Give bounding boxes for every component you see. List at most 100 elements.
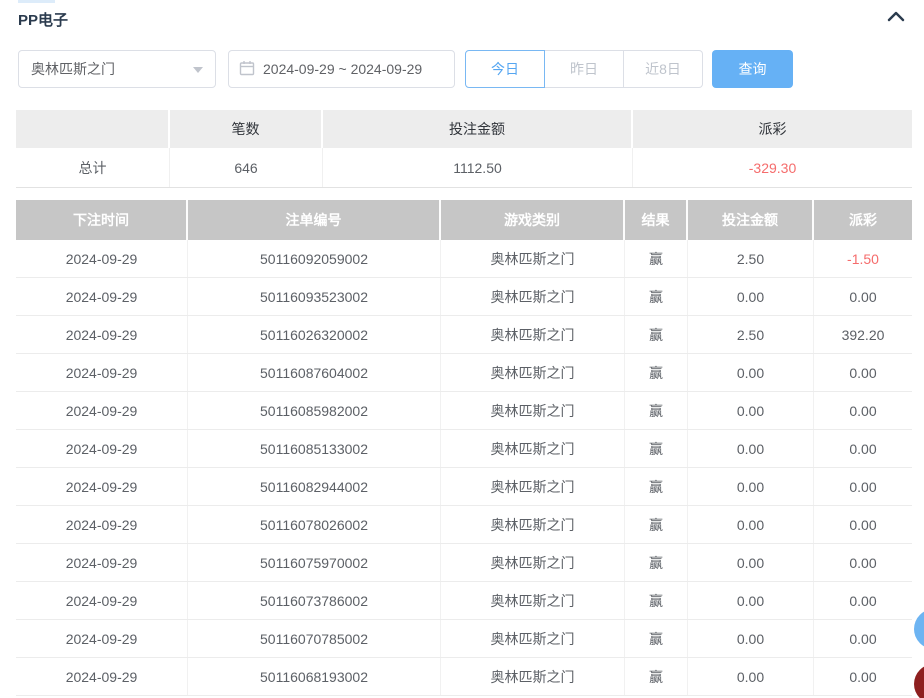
cell-game-category: 奥林匹斯之门 xyxy=(441,582,625,619)
cell-payout: 0.00 xyxy=(849,516,877,533)
cell-payout: 0.00 xyxy=(849,402,877,419)
summary-table: 笔数 投注金额 派彩 总计 646 1112.50 -329.30 xyxy=(16,110,912,188)
cell-order-number: 50116026320002 xyxy=(188,316,441,353)
summary-header-count: 笔数 xyxy=(170,110,323,148)
chevron-down-icon xyxy=(193,66,203,78)
cell-order-number: 50116087604002 xyxy=(188,354,441,391)
cell-bet-amount: 0.00 xyxy=(688,468,814,505)
cell-order-number: 50116085133002 xyxy=(188,430,441,467)
cell-bet-amount: 0.00 xyxy=(688,658,814,695)
cell-result: 赢 xyxy=(625,316,688,353)
table-row: 2024-09-29 50116082944002 奥林匹斯之门 赢 0.00 … xyxy=(16,468,912,506)
floating-widget-blue-button[interactable] xyxy=(914,609,924,649)
summary-total-label: 总计 xyxy=(16,148,170,187)
cell-order-number: 50116070785002 xyxy=(188,620,441,657)
table-row: 2024-09-29 50116085133002 奥林匹斯之门 赢 0.00 … xyxy=(16,430,912,468)
game-select[interactable]: 奥林匹斯之门 xyxy=(18,50,216,88)
cell-bet-time: 2024-09-29 xyxy=(16,316,188,353)
panel-title: PP电子 xyxy=(18,12,69,29)
cell-game-category: 奥林匹斯之门 xyxy=(441,354,625,391)
cell-bet-amount: 0.00 xyxy=(688,392,814,429)
cell-order-number: 50116078026002 xyxy=(188,506,441,543)
cell-game-category: 奥林匹斯之门 xyxy=(441,278,625,315)
search-button[interactable]: 查询 xyxy=(712,50,793,88)
pp-games-panel: PP电子 奥林匹斯之门 2024-09-29 ~ 2024-09-29 今日 昨… xyxy=(0,0,924,698)
table-row: 2024-09-29 50116078026002 奥林匹斯之门 赢 0.00 … xyxy=(16,506,912,544)
cell-result: 赢 xyxy=(625,468,688,505)
cell-payout: 0.00 xyxy=(849,440,877,457)
cell-result: 赢 xyxy=(625,506,688,543)
cell-bet-amount: 0.00 xyxy=(688,506,814,543)
game-select-value: 奥林匹斯之门 xyxy=(31,61,115,77)
cell-bet-time: 2024-09-29 xyxy=(16,620,188,657)
cell-bet-amount: 2.50 xyxy=(688,316,814,353)
last-8-days-button[interactable]: 近8日 xyxy=(624,50,703,88)
cell-game-category: 奥林匹斯之门 xyxy=(441,658,625,695)
table-row: 2024-09-29 50116093523002 奥林匹斯之门 赢 0.00 … xyxy=(16,278,912,316)
clipped-element-remnant xyxy=(18,0,55,3)
cell-bet-amount: 0.00 xyxy=(688,354,814,391)
table-row: 2024-09-29 50116026320002 奥林匹斯之门 赢 2.50 … xyxy=(16,316,912,354)
header-payout: 派彩 xyxy=(849,212,877,228)
table-row: 2024-09-29 50116085982002 奥林匹斯之门 赢 0.00 … xyxy=(16,392,912,430)
cell-game-category: 奥林匹斯之门 xyxy=(441,620,625,657)
chevron-up-icon xyxy=(884,4,908,33)
cell-game-category: 奥林匹斯之门 xyxy=(441,240,625,277)
cell-payout: 0.00 xyxy=(849,592,877,609)
cell-order-number: 50116073786002 xyxy=(188,582,441,619)
cell-result: 赢 xyxy=(625,582,688,619)
cell-payout: 0.00 xyxy=(849,288,877,305)
cell-payout: 0.00 xyxy=(849,364,877,381)
table-row: 2024-09-29 50116068193002 奥林匹斯之门 赢 0.00 … xyxy=(16,658,912,696)
cell-bet-amount: 0.00 xyxy=(688,582,814,619)
cell-order-number: 50116093523002 xyxy=(188,278,441,315)
yesterday-button[interactable]: 昨日 xyxy=(545,50,624,88)
cell-bet-amount: 2.50 xyxy=(688,240,814,277)
cell-bet-amount: 0.00 xyxy=(688,544,814,581)
summary-header-bet-amount: 投注金额 xyxy=(323,110,633,148)
cell-result: 赢 xyxy=(625,658,688,695)
header-game-category: 游戏类别 xyxy=(441,200,625,240)
cell-bet-time: 2024-09-29 xyxy=(16,506,188,543)
collapse-panel-button[interactable] xyxy=(880,4,912,32)
quick-date-button-group: 今日 昨日 近8日 xyxy=(465,50,703,88)
cell-result: 赢 xyxy=(625,240,688,277)
cell-order-number: 50116075970002 xyxy=(188,544,441,581)
cell-payout: 0.00 xyxy=(849,630,877,647)
cell-bet-time: 2024-09-29 xyxy=(16,354,188,391)
calendar-icon xyxy=(239,60,255,79)
cell-bet-time: 2024-09-29 xyxy=(16,240,188,277)
table-row: 2024-09-29 50116087604002 奥林匹斯之门 赢 0.00 … xyxy=(16,354,912,392)
floating-widget-red-button[interactable] xyxy=(914,664,924,698)
cell-game-category: 奥林匹斯之门 xyxy=(441,468,625,505)
header-result: 结果 xyxy=(625,200,688,240)
cell-game-category: 奥林匹斯之门 xyxy=(441,544,625,581)
cell-result: 赢 xyxy=(625,430,688,467)
cell-bet-amount: 0.00 xyxy=(688,278,814,315)
bets-table-header-row: 下注时间 注单编号 游戏类别 结果 投注金额 派彩 xyxy=(16,200,912,240)
cell-game-category: 奥林匹斯之门 xyxy=(441,316,625,353)
cell-order-number: 50116085982002 xyxy=(188,392,441,429)
cell-result: 赢 xyxy=(625,278,688,315)
summary-total-bet: 1112.50 xyxy=(323,148,633,187)
cell-game-category: 奥林匹斯之门 xyxy=(441,392,625,429)
summary-total-payout: -329.30 xyxy=(748,159,797,176)
table-row: 2024-09-29 50116075970002 奥林匹斯之门 赢 0.00 … xyxy=(16,544,912,582)
header-order-number: 注单编号 xyxy=(188,200,441,240)
summary-header-blank xyxy=(16,110,170,148)
cell-order-number: 50116092059002 xyxy=(188,240,441,277)
cell-result: 赢 xyxy=(625,620,688,657)
today-button[interactable]: 今日 xyxy=(465,50,545,88)
header-bet-amount: 投注金额 xyxy=(688,200,814,240)
date-range-picker[interactable]: 2024-09-29 ~ 2024-09-29 xyxy=(228,50,455,88)
header-bet-time: 下注时间 xyxy=(16,200,188,240)
cell-game-category: 奥林匹斯之门 xyxy=(441,506,625,543)
cell-payout: 0.00 xyxy=(849,554,877,571)
bets-table-body: 2024-09-29 50116092059002 奥林匹斯之门 赢 2.50 … xyxy=(16,240,912,696)
table-row: 2024-09-29 50116092059002 奥林匹斯之门 赢 2.50 … xyxy=(16,240,912,278)
cell-bet-time: 2024-09-29 xyxy=(16,430,188,467)
table-row: 2024-09-29 50116070785002 奥林匹斯之门 赢 0.00 … xyxy=(16,620,912,658)
cell-bet-time: 2024-09-29 xyxy=(16,582,188,619)
cell-result: 赢 xyxy=(625,544,688,581)
summary-total-row: 总计 646 1112.50 -329.30 xyxy=(16,148,912,188)
